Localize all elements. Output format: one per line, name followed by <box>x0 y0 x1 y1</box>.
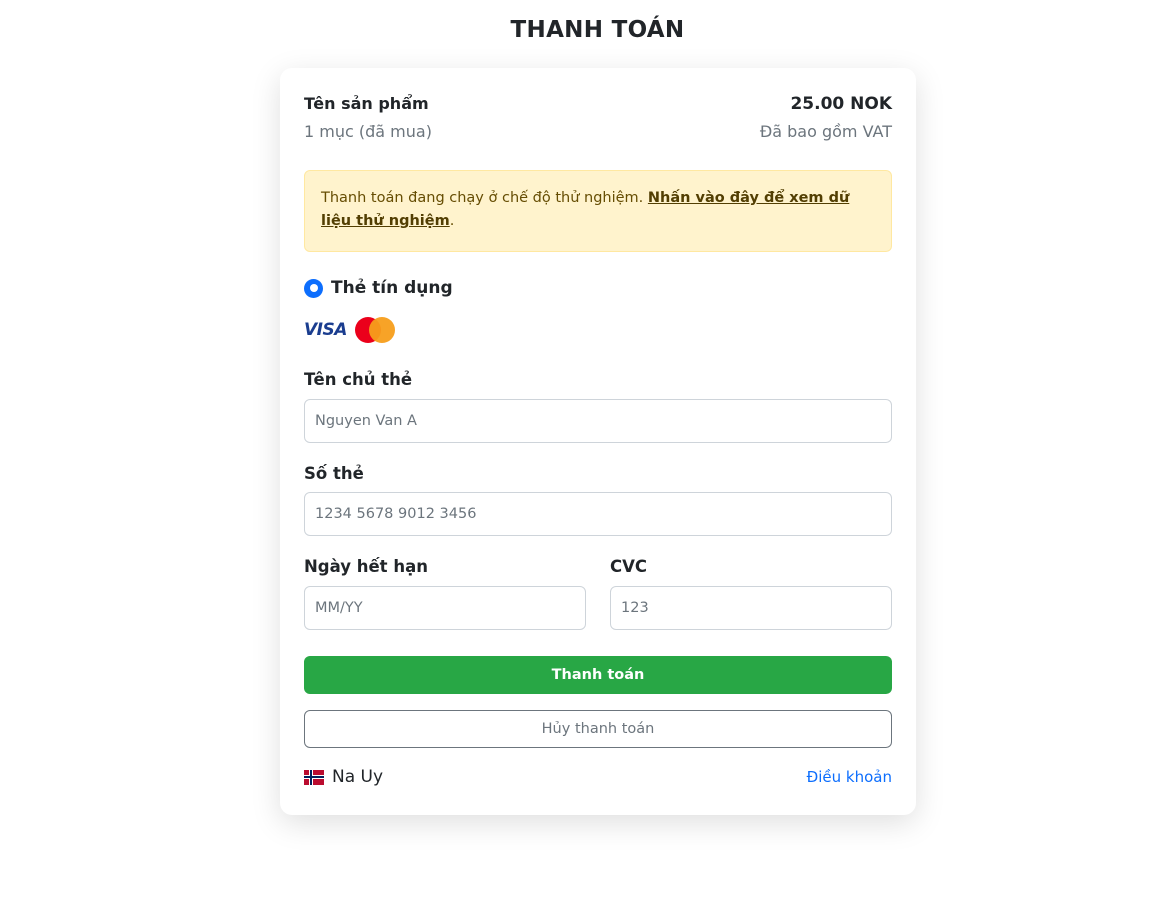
radio-selected-icon[interactable] <box>304 278 323 298</box>
holder-label: Tên chủ thẻ <box>304 370 413 389</box>
summary-bottom-row: 1 mục (đã mua) Đã bao gồm VAT <box>304 122 892 141</box>
card-number-label: Số thẻ <box>304 464 364 483</box>
vat-note: Đã bao gồm VAT <box>759 122 892 141</box>
card-brands: VISA <box>304 317 395 343</box>
terms-link[interactable]: Điều khoản <box>807 768 892 786</box>
page-title: THANH TOÁN <box>510 17 685 43</box>
payment-method-label: Thẻ tín dụng <box>331 278 453 298</box>
visa-logo-icon: VISA <box>304 320 347 340</box>
pay-button[interactable]: Thanh toán <box>304 656 892 694</box>
language-label: Na Uy <box>332 767 384 787</box>
summary-top-row: Tên sản phẩm 25.00 NOK <box>304 94 892 114</box>
cancel-payment-button[interactable]: Hủy thanh toán <box>304 710 892 748</box>
holder-name-input[interactable] <box>304 399 892 443</box>
quantity-text: 1 mục (đã mua) <box>304 122 432 141</box>
checkout-card: Tên sản phẩm 25.00 NOK 1 mục (đã mua) Đã… <box>280 68 916 815</box>
checkout-footer: Na Uy Điều khoản <box>304 767 892 787</box>
cvc-label: CVC <box>610 557 647 576</box>
cvc-input[interactable] <box>610 586 892 630</box>
product-name: Tên sản phẩm <box>304 94 429 113</box>
mastercard-logo-icon <box>354 317 395 343</box>
expiry-input[interactable] <box>304 586 586 630</box>
alert-suffix: . <box>449 213 455 229</box>
norway-flag-icon <box>304 769 324 785</box>
expiry-label: Ngày hết hạn <box>304 557 428 576</box>
language-selector[interactable]: Na Uy <box>304 767 383 787</box>
alert-text: Thanh toán đang chạy ở chế độ thử nghiệm… <box>321 190 648 206</box>
card-number-input[interactable] <box>304 492 892 536</box>
payment-method-credit-card[interactable]: Thẻ tín dụng <box>304 278 453 298</box>
price: 25.00 NOK <box>790 94 892 114</box>
test-mode-alert: Thanh toán đang chạy ở chế độ thử nghiệm… <box>304 170 892 252</box>
